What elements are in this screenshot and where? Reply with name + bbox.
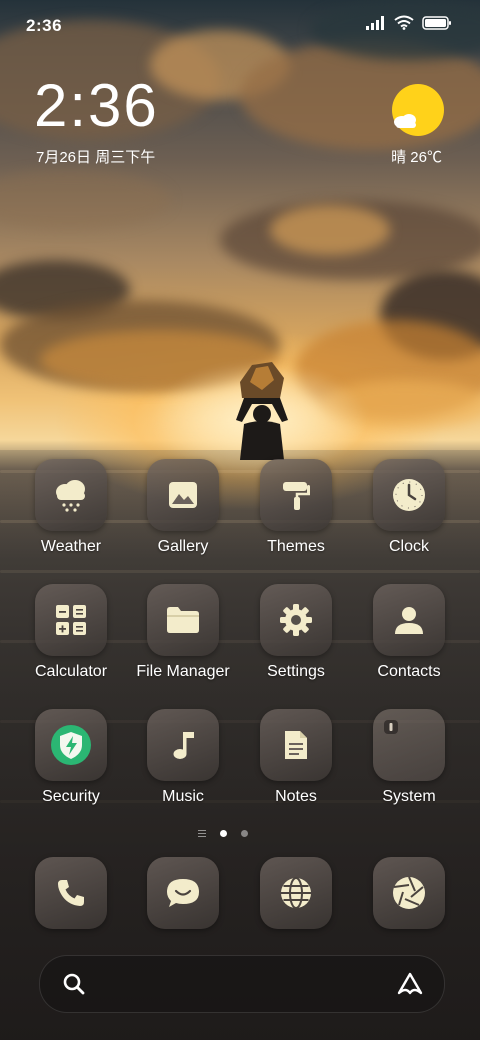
app-label: Clock [388, 538, 429, 555]
status-time: 2:36 [26, 16, 63, 35]
themes-icon [283, 482, 310, 510]
page-indicator[interactable] [198, 830, 248, 837]
folder-icon [167, 607, 199, 633]
app-system-folder[interactable]: System [354, 709, 464, 819]
app-calculator[interactable]: Calculator [16, 584, 126, 694]
app-label: File Manager [136, 663, 230, 680]
dock-camera[interactable] [373, 857, 445, 929]
status-icons [366, 15, 452, 30]
wifi-icon [394, 15, 414, 30]
app-settings[interactable]: Settings [241, 584, 351, 694]
search-bar[interactable] [39, 955, 445, 1013]
app-music[interactable]: Music [128, 709, 238, 819]
gear-icon [280, 604, 312, 636]
status-bar: 2:36 [0, 0, 480, 50]
clock-widget-date: 7月26日 周三下午 [36, 149, 156, 166]
weather-sun-icon[interactable] [392, 84, 444, 136]
dock-phone[interactable] [35, 857, 107, 929]
app-label: Calculator [34, 663, 108, 680]
weather-icon [56, 480, 85, 512]
search-icon [63, 973, 85, 995]
battery-icon [422, 15, 451, 30]
app-gallery[interactable]: Gallery [128, 459, 238, 569]
app-themes[interactable]: Themes [241, 459, 351, 569]
app-label: Settings [267, 663, 325, 680]
app-label: Gallery [157, 538, 209, 555]
note-icon [285, 731, 307, 759]
camera-icon [393, 876, 425, 909]
phone-icon [58, 880, 84, 906]
app-label: Themes [267, 538, 325, 555]
weather-cloud-icon [394, 114, 416, 128]
folder-icon [384, 720, 398, 734]
surfer-silhouette [236, 362, 288, 460]
signal-icon [366, 15, 384, 30]
calculator-icon [56, 605, 86, 635]
music-note-icon [173, 732, 194, 759]
clock-icon [393, 479, 425, 511]
app-label: Contacts [377, 663, 441, 680]
shield-icon [51, 725, 91, 765]
app-label: Notes [275, 788, 317, 805]
app-label: Music [162, 788, 204, 805]
clock-widget-time[interactable]: 2:36 [34, 76, 159, 136]
app-contacts[interactable]: Contacts [354, 584, 464, 694]
app-label: Weather [40, 538, 102, 555]
weather-widget-text: 晴 26℃ [391, 149, 442, 166]
app-weather[interactable]: Weather [16, 459, 126, 569]
page-dot-active [220, 830, 227, 837]
app-notes[interactable]: Notes [241, 709, 351, 819]
dock-messages[interactable] [147, 857, 219, 929]
dock-browser[interactable] [260, 857, 332, 929]
app-drawer-indicator [198, 830, 206, 837]
app-clock[interactable]: Clock [354, 459, 464, 569]
contact-icon [395, 607, 423, 634]
app-security[interactable]: Security [16, 709, 126, 819]
page-dot [241, 830, 248, 837]
message-icon [167, 879, 199, 907]
browser-globe-icon [281, 877, 311, 909]
assistant-icon[interactable] [396, 971, 424, 997]
app-label: System [382, 788, 436, 805]
app-file-manager[interactable]: File Manager [128, 584, 238, 694]
gallery-icon [169, 482, 197, 508]
app-label: Security [42, 788, 100, 805]
